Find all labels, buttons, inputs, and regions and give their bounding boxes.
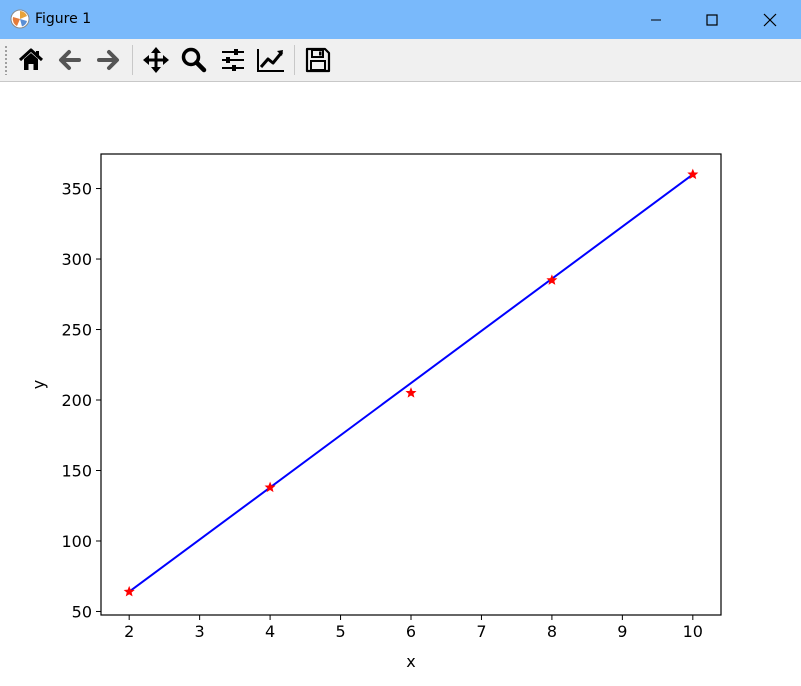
x-tick-label: 7	[476, 622, 486, 641]
x-tick-label: 8	[547, 622, 557, 641]
move-icon	[143, 47, 169, 73]
maximize-icon	[706, 13, 718, 26]
back-button[interactable]	[53, 43, 87, 77]
window-title: Figure 1	[35, 11, 92, 27]
save-button[interactable]	[301, 43, 335, 77]
navigation-toolbar	[0, 39, 801, 82]
app-icon	[10, 9, 30, 29]
x-tick-label: 9	[617, 622, 627, 641]
zoom-button[interactable]	[177, 43, 211, 77]
y-axis-label: y	[29, 380, 48, 389]
line-chart[interactable]: 2 3 4 5 6 7 8 9 10 50 100 150 200 250 300 350 x y	[0, 82, 801, 682]
y-tick-label: 50	[72, 602, 92, 621]
edit-axis-button[interactable]	[254, 43, 288, 77]
configure-subplots-button[interactable]	[216, 43, 250, 77]
figure-canvas[interactable]: 2 3 4 5 6 7 8 9 10 50 100 150 200 250 300 350 x y	[0, 82, 801, 682]
home-button[interactable]	[14, 43, 48, 77]
figure-window: Figure 1 2 3 4 5 6 7 8 9 10 50 100 150 2…	[0, 0, 801, 682]
x-tick-label: 2	[124, 622, 134, 641]
y-tick-label: 250	[61, 321, 92, 340]
arrow-left-icon	[59, 50, 81, 70]
pan-button[interactable]	[139, 43, 173, 77]
x-tick-label: 4	[265, 622, 275, 641]
forward-button[interactable]	[91, 43, 125, 77]
close-icon	[763, 13, 777, 26]
minimize-button[interactable]	[627, 0, 685, 39]
close-button[interactable]	[741, 0, 799, 39]
x-tick-label: 3	[195, 622, 205, 641]
toolbar-separator	[132, 45, 133, 75]
y-tick-label: 200	[61, 391, 92, 410]
maximize-button[interactable]	[683, 0, 741, 39]
toolbar-grip[interactable]	[4, 45, 8, 75]
x-axis-label: x	[406, 652, 415, 671]
toolbar-separator	[294, 45, 295, 75]
y-tick-label: 300	[61, 250, 92, 269]
y-tick-label: 150	[61, 461, 92, 480]
sliders-icon	[222, 49, 244, 71]
floppy-disk-icon	[305, 47, 331, 73]
line-chart-icon	[257, 49, 284, 72]
arrow-right-icon	[97, 50, 119, 70]
y-tick-label: 100	[61, 532, 92, 551]
x-tick-label: 10	[683, 622, 703, 641]
x-tick-label: 6	[406, 622, 416, 641]
magnifier-icon	[181, 47, 207, 73]
x-tick-label: 5	[335, 622, 345, 641]
home-icon	[18, 48, 44, 70]
y-tick-label: 350	[61, 180, 92, 199]
minimize-icon	[651, 19, 661, 20]
title-bar[interactable]: Figure 1	[0, 0, 801, 39]
